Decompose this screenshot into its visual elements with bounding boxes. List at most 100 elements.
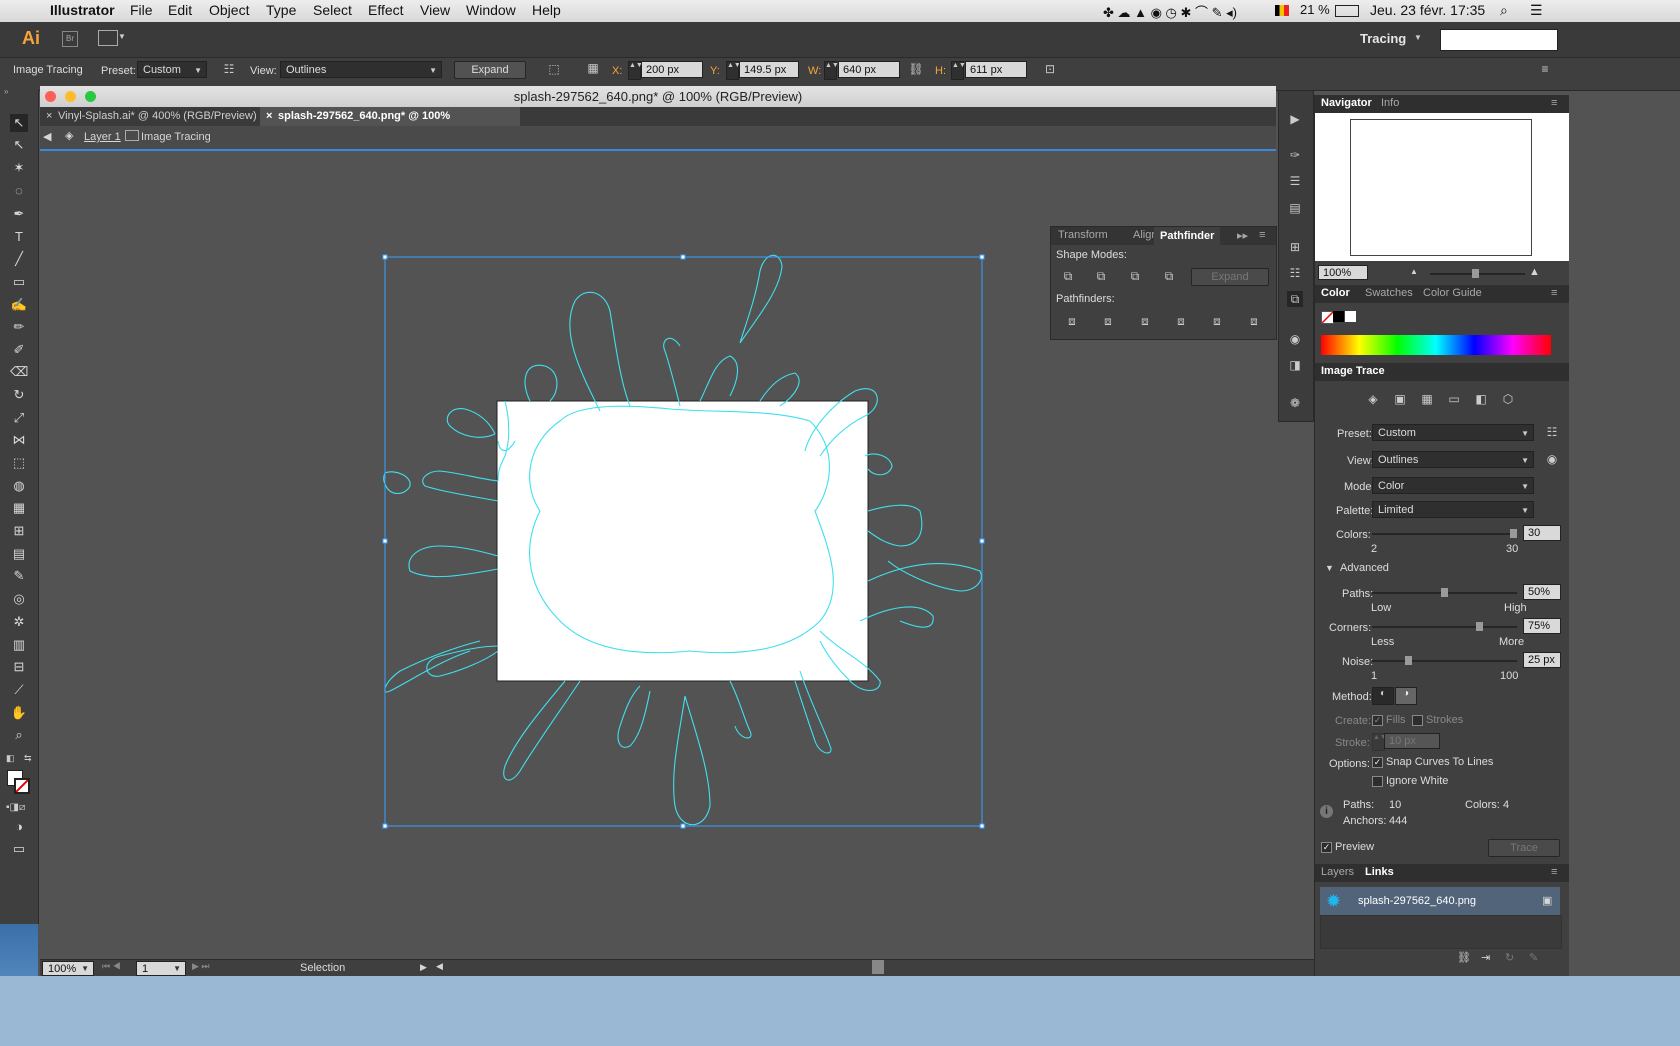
flag-icon[interactable] bbox=[1275, 5, 1289, 16]
abutting-method-button[interactable]: ◐ bbox=[1372, 687, 1394, 705]
eraser-tool-icon[interactable]: ⌫ bbox=[10, 363, 28, 381]
battery-icon[interactable] bbox=[1335, 5, 1359, 17]
noise-slider[interactable] bbox=[1372, 656, 1517, 665]
draw-mode-icon[interactable]: ◑ bbox=[10, 818, 28, 836]
workspace-chevron-icon[interactable]: ▼ bbox=[1414, 33, 1422, 42]
collapse-toolbox-icon[interactable]: » bbox=[4, 87, 8, 96]
slider-knob[interactable] bbox=[1405, 656, 1412, 665]
trace-mode-dropdown[interactable]: Color ▼ bbox=[1372, 477, 1534, 494]
tab-splash-png[interactable]: × splash-297562_640.png* @ 100% (RGB/Pre… bbox=[260, 107, 520, 141]
x-stepper[interactable]: ▲▼ bbox=[628, 61, 643, 80]
trace-view-dropdown[interactable]: Outlines ▼ bbox=[1372, 451, 1534, 468]
tab-vinyl-splash[interactable]: × Vinyl-Splash.ai* @ 400% (RGB/Preview) bbox=[40, 107, 260, 126]
menu-edit[interactable]: Edit bbox=[168, 2, 192, 18]
chevron-down-icon[interactable]: ▼ bbox=[118, 32, 126, 41]
symbols-icon[interactable]: ❁ bbox=[1287, 395, 1303, 411]
control-menu-icon[interactable]: ≡ bbox=[1537, 61, 1553, 77]
slice-tool-icon[interactable]: ⟋ bbox=[10, 681, 28, 699]
fills-checkbox[interactable]: ✓ bbox=[1372, 715, 1383, 726]
color-spectrum[interactable] bbox=[1321, 335, 1551, 355]
tab-color-guide[interactable]: Color Guide bbox=[1423, 287, 1482, 299]
menu-file[interactable]: File bbox=[130, 2, 153, 18]
gradient-tool-icon[interactable]: ▤ bbox=[10, 545, 28, 563]
brushes-icon[interactable]: ✑ bbox=[1287, 147, 1303, 163]
go-to-link-icon[interactable]: ⇥ bbox=[1481, 951, 1490, 964]
close-window-button[interactable] bbox=[45, 91, 56, 102]
horizontal-scroll-thumb[interactable] bbox=[872, 960, 884, 974]
link-row[interactable]: ✹ splash-297562_640.png ▣ bbox=[1320, 887, 1560, 915]
mesh-tool-icon[interactable]: ⊞ bbox=[10, 522, 28, 540]
transform-icon[interactable]: ⊡ bbox=[1042, 61, 1058, 77]
menu-view[interactable]: View bbox=[420, 2, 450, 18]
blend-tool-icon[interactable]: ◎ bbox=[10, 590, 28, 608]
bridge-button[interactable]: Br bbox=[62, 31, 78, 47]
menu-help[interactable]: Help bbox=[532, 2, 561, 18]
image-trace-title[interactable]: Image Trace bbox=[1321, 365, 1385, 377]
stroke-icon[interactable]: ☰ bbox=[1287, 173, 1303, 189]
stroke-swatch[interactable] bbox=[14, 778, 30, 794]
menubar-clock[interactable]: Jeu. 23 févr. 17:35 bbox=[1370, 2, 1485, 18]
graphic-styles-icon[interactable]: ◨ bbox=[1287, 357, 1303, 373]
update-link-icon[interactable]: ↻ bbox=[1505, 951, 1514, 964]
menu-effect[interactable]: Effect bbox=[368, 2, 404, 18]
zoom-out-icon[interactable]: ▲ bbox=[1410, 267, 1418, 276]
advanced-toggle-icon[interactable]: ▼ bbox=[1325, 563, 1334, 573]
grayscale-icon[interactable]: ▭ bbox=[1446, 391, 1462, 407]
strokes-checkbox[interactable] bbox=[1412, 715, 1423, 726]
slider-knob[interactable] bbox=[1476, 622, 1483, 631]
w-stepper[interactable]: ▲▼ bbox=[824, 61, 839, 80]
auto-color-icon[interactable]: ◈ bbox=[1365, 391, 1381, 407]
blob-brush-tool-icon[interactable]: ✐ bbox=[10, 341, 28, 359]
panel-menu-icon[interactable]: ≡ bbox=[1551, 866, 1557, 878]
screen-mode-icon[interactable]: ▭ bbox=[10, 840, 28, 858]
panel-menu-icon[interactable]: ≡ bbox=[1259, 229, 1265, 241]
status-menu-icon[interactable]: ▶ bbox=[420, 962, 427, 973]
shape-builder-tool-icon[interactable]: ◍ bbox=[10, 477, 28, 495]
navigator-preview[interactable] bbox=[1315, 113, 1569, 261]
status-icons[interactable]: ✤ ☁ ▲ ◉ ◷ ✱ ⌒ ✎ ◂) bbox=[1103, 2, 1237, 21]
edit-original-icon[interactable]: ✎ bbox=[1529, 951, 1538, 964]
paths-slider[interactable] bbox=[1372, 588, 1517, 597]
rectangle-tool-icon[interactable]: ▭ bbox=[10, 273, 28, 291]
tab-swatches[interactable]: Swatches bbox=[1365, 287, 1413, 299]
trace-palette-dropdown[interactable]: Limited ▼ bbox=[1372, 501, 1534, 518]
slider-knob[interactable] bbox=[1472, 269, 1479, 278]
free-transform-tool-icon[interactable]: ⬚ bbox=[10, 454, 28, 472]
type-tool-icon[interactable]: T bbox=[10, 228, 28, 246]
tab-links[interactable]: Links bbox=[1365, 866, 1394, 878]
menu-object[interactable]: Object bbox=[209, 2, 249, 18]
column-graph-tool-icon[interactable]: ▥ bbox=[10, 636, 28, 654]
artboard-number-dropdown[interactable]: 1 ▼ bbox=[136, 961, 186, 976]
advanced-label[interactable]: Advanced bbox=[1340, 562, 1389, 574]
transform-grid-icon[interactable]: ▦ bbox=[585, 60, 601, 76]
exclude-icon[interactable]: ⧉ bbox=[1161, 268, 1177, 284]
arrange-documents-icon[interactable] bbox=[98, 30, 118, 46]
paintbrush-tool-icon[interactable]: ✍ bbox=[10, 296, 28, 314]
next-artboard-icon[interactable]: ▶ ⏭ bbox=[192, 961, 210, 972]
magic-wand-tool-icon[interactable]: ✶ bbox=[10, 159, 28, 177]
unite-icon[interactable]: ⧉ bbox=[1060, 268, 1076, 284]
selection-tool-icon[interactable]: ↖ bbox=[10, 114, 28, 132]
menu-type[interactable]: Type bbox=[266, 2, 296, 18]
outline-icon[interactable]: ⧈ bbox=[1209, 313, 1225, 329]
corners-slider[interactable] bbox=[1372, 622, 1517, 631]
link-proportions-icon[interactable]: ⛓ bbox=[908, 61, 924, 77]
paths-field[interactable]: 50% bbox=[1523, 584, 1561, 600]
zoom-dropdown[interactable]: 100% ▼ bbox=[42, 961, 94, 976]
colors-field[interactable]: 30 bbox=[1523, 525, 1561, 541]
merge-icon[interactable]: ⧈ bbox=[1137, 313, 1153, 329]
transform-panel-icon[interactable]: ⊞ bbox=[1287, 239, 1303, 255]
scale-tool-icon[interactable]: ⤢ bbox=[10, 409, 28, 427]
symbol-sprayer-tool-icon[interactable]: ✲ bbox=[10, 613, 28, 631]
close-tab-icon[interactable]: × bbox=[46, 107, 52, 126]
slider-knob[interactable] bbox=[1441, 588, 1448, 597]
high-color-icon[interactable]: ▣ bbox=[1392, 391, 1408, 407]
minimize-window-button[interactable] bbox=[65, 91, 76, 102]
panel-expand-icon[interactable]: ▸▸ bbox=[1237, 229, 1248, 242]
tab-color[interactable]: Color bbox=[1321, 287, 1350, 299]
control-preset-dropdown[interactable]: Custom ▼ bbox=[137, 61, 207, 78]
status-tool[interactable]: Selection bbox=[300, 962, 345, 974]
snap-curves-checkbox[interactable]: ✓ bbox=[1372, 757, 1383, 768]
overlapping-method-button[interactable]: ◑ bbox=[1395, 687, 1417, 705]
low-color-icon[interactable]: ▦ bbox=[1419, 391, 1435, 407]
